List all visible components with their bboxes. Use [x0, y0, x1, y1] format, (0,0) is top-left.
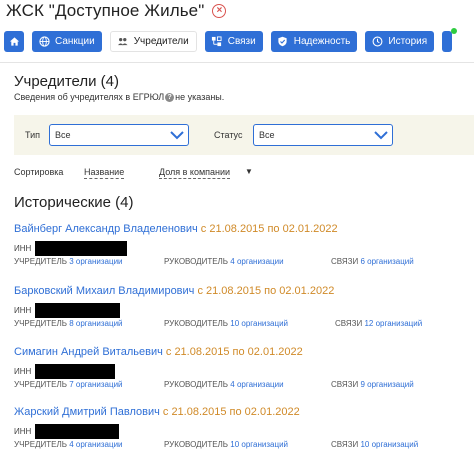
- header-divider: [0, 62, 474, 63]
- inn-label: ИНН: [14, 244, 32, 253]
- clock-icon: [371, 36, 383, 48]
- founder-key: УЧРЕДИТЕЛЬ: [14, 380, 67, 389]
- links-count-link[interactable]: 6 организаций: [360, 257, 413, 266]
- section-nav: Санкции Учредители Связи Надежность Исто…: [4, 31, 453, 53]
- globe-icon: [38, 36, 50, 48]
- type-select[interactable]: Все: [49, 124, 189, 146]
- tab-links[interactable]: Связи: [204, 31, 263, 52]
- sort-by-name[interactable]: Название: [84, 167, 125, 179]
- company-title: ЖСК "Доступное Жилье": [6, 1, 205, 20]
- links-key: СВЯЗИ: [331, 257, 359, 266]
- tab-reliability-label: Надежность: [293, 36, 351, 47]
- links-count-link[interactable]: 10 организаций: [360, 440, 418, 449]
- tab-founders-label: Учредители: [133, 36, 189, 47]
- head-key: РУКОВОДИТЕЛЬ: [164, 380, 229, 389]
- founders-note-suffix: не указаны.: [175, 92, 225, 102]
- founder-key: УЧРЕДИТЕЛЬ: [14, 257, 67, 266]
- inn-row: ИНН: [14, 303, 121, 318]
- tab-more-partial[interactable]: [442, 31, 453, 52]
- filter-panel: Тип Все Статус Все: [14, 115, 474, 155]
- person-period: с 21.08.2015 по 02.01.2022: [162, 346, 303, 358]
- founder-count-link[interactable]: 7 организаций: [69, 380, 122, 389]
- tab-links-label: Связи: [227, 36, 256, 47]
- head-key: РУКОВОДИТЕЛЬ: [164, 319, 229, 328]
- head-count-link[interactable]: 10 организаций: [230, 319, 288, 328]
- links-key: СВЯЗИ: [335, 319, 363, 328]
- person-period: с 21.08.2015 по 02.01.2022: [197, 223, 338, 235]
- inn-label: ИНН: [14, 306, 32, 315]
- inn-row: ИНН: [14, 241, 128, 256]
- person-name-link[interactable]: Симагин Андрей Витальевич: [14, 346, 163, 358]
- notification-dot: [451, 28, 457, 34]
- person-period: с 21.08.2015 по 02.01.2022: [194, 285, 335, 297]
- top-bar: ЖСК "Доступное Жилье" × Санкции Учредите…: [0, 0, 474, 62]
- person-header: Симагин Андрей Витальевич с 21.08.2015 п…: [14, 346, 303, 358]
- inn-row: ИНН: [14, 424, 120, 439]
- redacted-inn: [35, 424, 120, 439]
- redacted-inn: [35, 303, 121, 318]
- list-item: Жарский Дмитрий Павлович с 21.08.2015 по…: [14, 406, 474, 462]
- links-count-link[interactable]: 9 организаций: [360, 380, 413, 389]
- chevron-down-icon: [169, 128, 185, 144]
- tab-sanctions[interactable]: Санкции: [32, 31, 102, 52]
- home-button[interactable]: [4, 31, 24, 52]
- links-icon: [211, 36, 223, 48]
- tab-sanctions-label: Санкции: [55, 36, 95, 47]
- type-filter-label: Тип: [25, 130, 41, 140]
- chevron-down-icon: [373, 128, 389, 144]
- sort-by-share[interactable]: Доля в компании: [159, 167, 231, 179]
- company-header: ЖСК "Доступное Жилье" ×: [6, 0, 227, 22]
- founders-note-text: Сведения об учредителях в ЕГРЮЛ: [14, 92, 165, 102]
- person-header: Жарский Дмитрий Павлович с 21.08.2015 по…: [14, 406, 300, 418]
- tab-founders[interactable]: Учредители: [109, 31, 197, 52]
- redacted-inn: [35, 241, 128, 256]
- founders-note: Сведения об учредителях в ЕГРЮЛ ? не ука…: [14, 92, 224, 102]
- founders-title: Учредители (4): [14, 73, 120, 90]
- head-key: РУКОВОДИТЕЛЬ: [164, 257, 229, 266]
- person-name-link[interactable]: Барковский Михаил Владимирович: [14, 285, 194, 297]
- sort-direction-icon[interactable]: ▼: [245, 167, 253, 176]
- status-filter-label: Статус: [214, 130, 243, 140]
- tab-reliability[interactable]: Надежность: [270, 31, 358, 52]
- shield-icon: [277, 36, 289, 48]
- type-select-value: Все: [55, 130, 71, 140]
- head-count-link[interactable]: 4 организации: [230, 257, 283, 266]
- links-key: СВЯЗИ: [331, 380, 359, 389]
- help-icon[interactable]: ?: [165, 92, 175, 102]
- home-icon: [8, 36, 20, 48]
- founder-key: УЧРЕДИТЕЛЬ: [14, 440, 67, 449]
- founder-key: УЧРЕДИТЕЛЬ: [14, 319, 67, 328]
- redacted-inn: [35, 364, 116, 379]
- list-item: Вайнберг Александр Владеленович с 21.08.…: [14, 223, 474, 279]
- people-icon: [117, 36, 129, 48]
- head-count-link[interactable]: 10 организаций: [230, 440, 288, 449]
- tab-history-label: История: [388, 36, 428, 47]
- sort-label: Сортировка: [14, 167, 64, 177]
- list-item: Барковский Михаил Владимирович с 21.08.2…: [14, 285, 474, 341]
- person-header: Барковский Михаил Владимирович с 21.08.2…: [14, 285, 334, 297]
- status-select[interactable]: Все: [253, 124, 393, 146]
- person-name-link[interactable]: Вайнберг Александр Владеленович: [14, 223, 198, 235]
- list-item: Симагин Андрей Витальевич с 21.08.2015 п…: [14, 346, 474, 402]
- head-key: РУКОВОДИТЕЛЬ: [164, 440, 229, 449]
- person-period: с 21.08.2015 по 02.01.2022: [159, 406, 300, 418]
- status-select-value: Все: [259, 130, 275, 140]
- founder-count-link[interactable]: 8 организаций: [69, 319, 122, 328]
- links-key: СВЯЗИ: [331, 440, 359, 449]
- founder-count-link[interactable]: 4 организации: [69, 440, 122, 449]
- close-icon[interactable]: ×: [212, 4, 227, 18]
- founder-count-link[interactable]: 3 организации: [69, 257, 122, 266]
- person-name-link[interactable]: Жарский Дмитрий Павлович: [14, 406, 160, 418]
- inn-label: ИНН: [14, 427, 32, 436]
- inn-label: ИНН: [14, 367, 32, 376]
- head-count-link[interactable]: 4 организации: [230, 380, 283, 389]
- tab-history[interactable]: История: [365, 31, 435, 52]
- inn-row: ИНН: [14, 364, 116, 379]
- historical-title: Исторические (4): [14, 194, 134, 211]
- links-count-link[interactable]: 12 организаций: [364, 319, 422, 328]
- person-header: Вайнберг Александр Владеленович с 21.08.…: [14, 223, 338, 235]
